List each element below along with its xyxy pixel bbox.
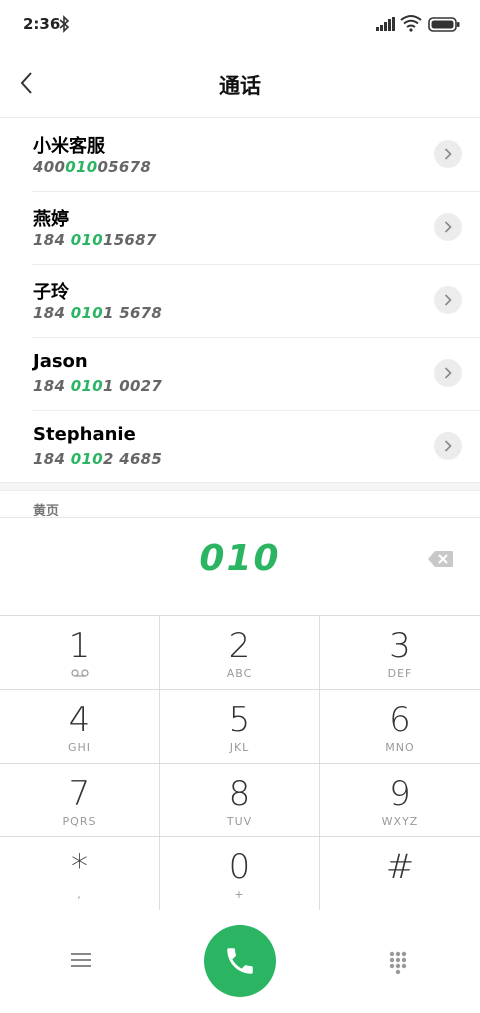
key-8[interactable]: 8 TUV: [160, 764, 320, 837]
key-letters: ,: [77, 888, 82, 901]
contact-detail-button[interactable]: [434, 213, 462, 241]
battery-icon: [428, 17, 460, 32]
contact-number: 184 0101 5678: [33, 304, 163, 322]
key-6[interactable]: 6 MNO: [320, 690, 480, 764]
call-button[interactable]: [204, 925, 276, 997]
key-letters: JKL: [229, 741, 250, 754]
chevron-right-icon: [444, 221, 452, 233]
dial-display: 010: [0, 517, 480, 615]
page-title: 通话: [219, 74, 261, 98]
key-digit: *: [71, 847, 88, 887]
key-digit: #: [385, 847, 415, 887]
contact-number: 184 0102 4685: [33, 450, 163, 468]
section-label-yellow-pages: 黄页: [33, 504, 60, 516]
status-time: 2:36: [23, 15, 61, 33]
contact-name: 子玲: [33, 282, 69, 303]
key-letters: ABC: [226, 667, 253, 680]
bottom-bar: [0, 910, 480, 1013]
contact-number: 184 0101 0027: [33, 377, 163, 395]
key-letters: GHI: [67, 741, 92, 754]
key-digit: 2: [228, 626, 251, 666]
key-digit: 7: [68, 774, 91, 814]
backspace-icon[interactable]: [427, 550, 454, 568]
key-digit: 9: [389, 774, 411, 814]
key-7[interactable]: 7 PQRS: [0, 764, 160, 837]
phone-icon: [227, 948, 253, 974]
contact-list: 小米客服 40001005678 燕婷 184 01015687 子玲 184 …: [0, 118, 480, 483]
chevron-right-icon: [444, 148, 452, 160]
contact-detail-button[interactable]: [434, 140, 462, 168]
contact-detail-button[interactable]: [434, 286, 462, 314]
contact-row[interactable]: Stephanie 184 0102 4685: [0, 410, 480, 483]
key-digit: 8: [228, 774, 251, 814]
signal-icon: [376, 17, 395, 31]
contact-name: Stephanie: [33, 424, 136, 445]
key-5[interactable]: 5 JKL: [160, 690, 320, 764]
key-2[interactable]: 2 ABC: [160, 616, 320, 690]
wifi-icon: [400, 15, 422, 32]
bluetooth-icon: [59, 15, 70, 33]
contact-detail-button[interactable]: [434, 432, 462, 460]
key-letters: TUV: [226, 815, 253, 828]
status-bar: 2:36: [0, 0, 480, 50]
key-letters: +: [234, 888, 245, 901]
chevron-right-icon: [444, 440, 452, 452]
keypad-toggle-icon[interactable]: [388, 950, 408, 974]
contact-detail-button[interactable]: [434, 359, 462, 387]
key-digit: 5: [228, 700, 251, 740]
contact-name: 燕婷: [33, 209, 69, 230]
dialed-number: 010: [199, 538, 281, 579]
header: 通话: [0, 50, 480, 118]
key-digit: 3: [389, 626, 411, 666]
key-letters: DEF: [387, 667, 413, 680]
dial-keypad: 1 2 ABC 3 DEF 4 GHI 5 JKL 6 MNO 7 PQRS 8…: [0, 615, 480, 911]
contact-row[interactable]: 燕婷 184 01015687: [0, 191, 480, 264]
key-3[interactable]: 3 DEF: [320, 616, 480, 690]
chevron-right-icon: [444, 367, 452, 379]
contact-number: 40001005678: [33, 158, 152, 176]
chevron-right-icon: [444, 294, 452, 306]
key-star[interactable]: * ,: [0, 837, 160, 911]
key-digit: 4: [68, 700, 91, 740]
contact-row[interactable]: 小米客服 40001005678: [0, 118, 480, 191]
contact-row[interactable]: Jason 184 0101 0027: [0, 337, 480, 410]
key-digit: 1: [68, 626, 91, 666]
key-4[interactable]: 4 GHI: [0, 690, 160, 764]
contact-row[interactable]: 子玲 184 0101 5678: [0, 264, 480, 337]
key-hash[interactable]: #: [320, 837, 480, 911]
section-divider: [0, 482, 480, 491]
contact-name: Jason: [33, 351, 88, 372]
key-9[interactable]: 9 WXYZ: [320, 764, 480, 837]
menu-icon[interactable]: [71, 951, 91, 969]
key-letters: WXYZ: [381, 815, 419, 828]
voicemail-icon: [71, 669, 89, 677]
contact-number: 184 01015687: [33, 231, 157, 249]
key-1[interactable]: 1: [0, 616, 160, 690]
key-digit: 6: [389, 700, 411, 740]
key-digit: 0: [228, 847, 251, 887]
key-letters: MNO: [385, 741, 415, 754]
key-letters: PQRS: [62, 815, 97, 828]
key-0[interactable]: 0 +: [160, 837, 320, 911]
contact-name: 小米客服: [33, 136, 105, 157]
